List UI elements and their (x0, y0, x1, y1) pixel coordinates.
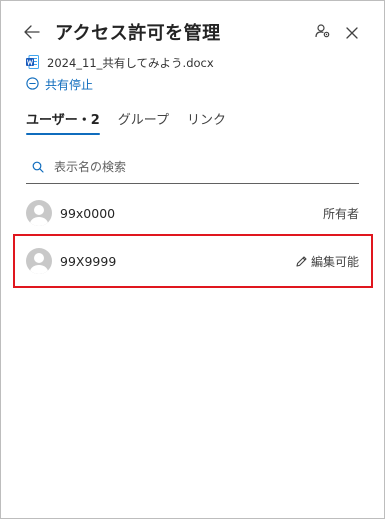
role-label: 所有者 (322, 206, 359, 221)
avatar (26, 200, 52, 226)
tab-bar: ユーザー・2 グループ リンク (26, 109, 244, 137)
search-box (26, 151, 359, 184)
person-settings-icon (315, 23, 331, 43)
arrow-left-icon (24, 24, 40, 43)
search-input[interactable] (52, 159, 346, 175)
tab-links[interactable]: リンク (187, 109, 226, 133)
manage-access-settings-button[interactable] (312, 22, 334, 44)
back-button[interactable] (21, 22, 43, 44)
close-icon (346, 24, 358, 43)
tab-groups[interactable]: グループ (118, 109, 169, 133)
file-name: 2024_11_共有してみよう.docx (47, 56, 214, 70)
panel-header: アクセス許可を管理 (1, 15, 384, 49)
word-doc-icon (26, 54, 39, 73)
tab-users[interactable]: ユーザー・2 (26, 109, 100, 135)
close-button[interactable] (341, 22, 363, 44)
stop-sharing-label: 共有停止 (45, 77, 94, 92)
manage-access-panel: アクセス許可を管理 2024_11_共有してみよう.docx 共有停止 ユーザー… (0, 0, 385, 519)
user-row-owner[interactable]: 99x0000 所有者 (26, 197, 359, 229)
file-info: 2024_11_共有してみよう.docx (26, 54, 214, 73)
page-title: アクセス許可を管理 (55, 23, 221, 44)
user-name: 99x0000 (60, 205, 116, 221)
stop-sharing-link[interactable]: 共有停止 (26, 75, 93, 93)
minus-circle-icon (26, 75, 39, 94)
search-icon (32, 161, 44, 173)
highlight-box (13, 234, 373, 288)
